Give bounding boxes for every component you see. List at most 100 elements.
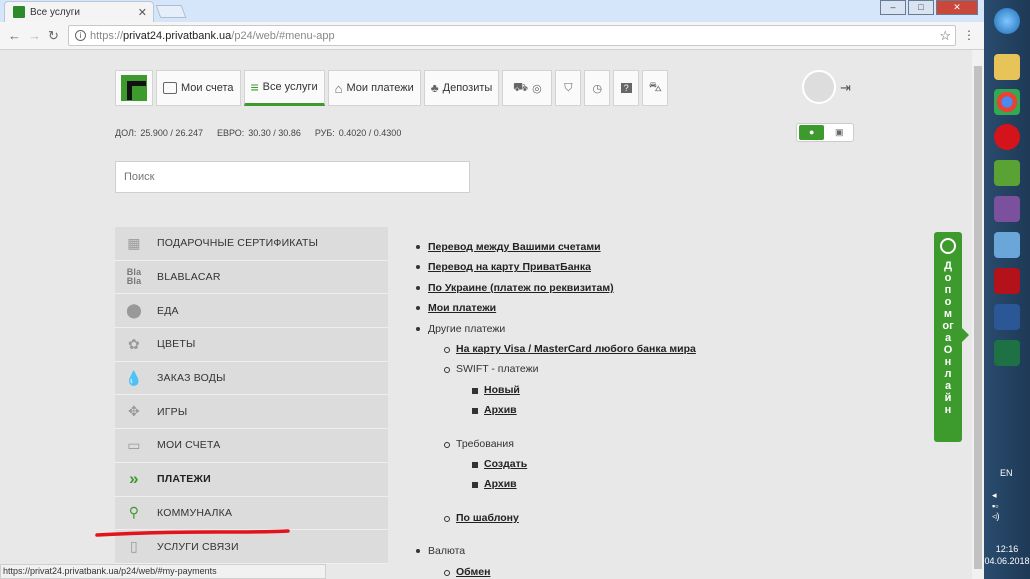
forward-arrow-icon[interactable]: →	[28, 28, 41, 43]
taskbar-utorrent[interactable]	[989, 156, 1025, 189]
link-swift-new[interactable]: Новый	[484, 384, 520, 396]
vertical-scrollbar[interactable]	[972, 50, 984, 579]
close-window-button[interactable]: ✕	[936, 0, 978, 15]
currency-label: Валюта	[428, 545, 466, 558]
maximize-button[interactable]: □	[908, 0, 934, 15]
logout-icon[interactable]: ⇥	[840, 80, 851, 96]
window-controls: – □ ✕	[880, 0, 978, 15]
phone-icon: ▯	[130, 538, 138, 555]
system-tray[interactable]: ◂ ▪▫ ◃)	[992, 490, 1000, 522]
nav-help[interactable]: ?	[613, 70, 640, 106]
site-info-icon[interactable]: i	[75, 30, 86, 41]
avatar[interactable]	[802, 70, 836, 104]
card-icon	[163, 82, 177, 94]
link-requirement-archive[interactable]: Архив	[484, 478, 517, 490]
menu-item-utilities[interactable]: ⚲ КОММУНАЛКА	[115, 496, 388, 531]
volume-icon[interactable]: ◃)	[992, 511, 1000, 521]
url-prefix: https://	[90, 29, 124, 42]
clock-date: 04.06.2018	[984, 556, 1030, 566]
language-indicator[interactable]: EN	[1000, 468, 1013, 478]
nav-transport[interactable]: ⛟ ◎	[502, 70, 553, 106]
menu-item-food[interactable]: ⬤ ЕДА	[115, 294, 388, 329]
menu-item-water[interactable]: 💧 ЗАКАЗ ВОДЫ	[115, 361, 388, 396]
new-tab-button[interactable]	[155, 5, 187, 18]
tray-arrow-icon[interactable]: ◂	[992, 490, 997, 500]
menu-item-label: ПОДАРОЧНЫЕ СЕРТИФИКАТЫ	[157, 237, 319, 250]
payments-links: Перевод между Вашими счетами Перевод на …	[414, 237, 696, 579]
nav-all-services-label: Все услуги	[262, 81, 318, 93]
link-my-payments[interactable]: Мои платежи	[428, 302, 496, 314]
link-transfer-own-accounts[interactable]: Перевод между Вашими счетами	[428, 241, 601, 253]
windows-logo-icon	[994, 7, 1020, 34]
taskbar-explorer[interactable]	[989, 50, 1025, 83]
taskbar-word[interactable]	[989, 300, 1025, 333]
services-menu: ▦ ПОДАРОЧНЫЕ СЕРТИФИКАТЫ Bla Bla BLABLACAR…	[115, 227, 388, 564]
business-mode-icon[interactable]: ▣	[827, 125, 851, 140]
nav-cart[interactable]: ⛍	[642, 70, 669, 106]
nav-deposits[interactable]: ♣ Депозиты	[423, 70, 500, 106]
link-ukraine-payment[interactable]: По Украине (платеж по реквизитам)	[428, 282, 614, 294]
url-path: /p24/web/#menu-app	[231, 29, 335, 42]
menu-item-my-accounts[interactable]: ▭ МОИ СЧЕТА	[115, 429, 388, 463]
menu-item-games[interactable]: ✥ ИГРЫ	[115, 395, 388, 430]
list-icon: ≡	[250, 79, 259, 95]
word-icon	[994, 303, 1020, 330]
link-swift-archive[interactable]: Архив	[484, 404, 517, 416]
help-online-button[interactable]: ДопомогаОнлайн	[934, 232, 969, 442]
menu-item-label: УСЛУГИ СВЯЗИ	[157, 540, 239, 553]
usd-value: 25.900 / 26.247	[140, 128, 203, 138]
taskbar-opera[interactable]	[989, 120, 1025, 153]
rub-value: 0.4020 / 0.4300	[338, 128, 402, 138]
url-field[interactable]: i https://privat24.privatbank.ua/p24/web…	[68, 25, 956, 46]
menu-item-gift-certificates[interactable]: ▦ ПОДАРОЧНЫЕ СЕРТИФИКАТЫ	[115, 227, 388, 261]
folder-icon	[994, 53, 1020, 80]
network-icon[interactable]: ▪▫	[992, 501, 998, 511]
taskbar-viber[interactable]	[989, 192, 1025, 225]
taskbar-app[interactable]	[989, 228, 1025, 261]
search-input[interactable]	[115, 161, 470, 193]
page-content: Мои счета ≡ Все услуги ⌂ Мои платежи ♣ Д…	[0, 50, 972, 579]
nav-my-payments-label: Мои платежи	[346, 82, 414, 94]
status-bar-url: https://privat24.privatbank.ua/p24/web/#…	[0, 564, 326, 579]
nav-history[interactable]: ◷	[584, 70, 611, 106]
taskbar-acrobat[interactable]	[989, 264, 1025, 297]
bookmark-star-icon[interactable]: ☆	[939, 28, 951, 44]
usd-label: ДОЛ:	[115, 128, 137, 138]
back-arrow-icon[interactable]: ←	[8, 28, 21, 43]
menu-item-payments[interactable]: » ПЛАТЕЖИ	[115, 462, 388, 497]
flower-icon: ✿	[128, 335, 140, 352]
taskbar-excel[interactable]	[989, 336, 1025, 369]
blablacar-icon: Bla Bla	[126, 267, 142, 287]
minimize-button[interactable]: –	[880, 0, 906, 15]
question-icon: ?	[620, 83, 632, 93]
browser-tab[interactable]: Все услуги ✕	[4, 1, 154, 22]
app-icon	[994, 231, 1020, 258]
nav-my-accounts[interactable]: Мои счета	[156, 70, 241, 106]
link-transfer-privat-card[interactable]: Перевод на карту ПриватБанка	[428, 261, 591, 273]
browser-menu-icon[interactable]: ⋮	[963, 28, 975, 42]
clock-time: 12:16	[995, 544, 1019, 554]
taskbar-chrome[interactable]	[989, 85, 1025, 118]
link-requirement-create[interactable]: Создать	[484, 458, 527, 470]
nav-all-services[interactable]: ≡ Все услуги	[243, 70, 325, 106]
link-exchange[interactable]: Обмен	[456, 566, 490, 578]
nav-security[interactable]: ⛉	[555, 70, 582, 106]
house-icon: ⌂	[334, 80, 343, 96]
clock[interactable]: 12:16 04.06.2018	[984, 543, 1030, 567]
nav-my-payments[interactable]: ⌂ Мои платежи	[327, 70, 421, 106]
url-host: privat24.privatbank.ua	[123, 29, 232, 42]
privat24-logo[interactable]	[115, 70, 153, 106]
start-button[interactable]	[989, 4, 1025, 37]
reload-icon[interactable]: ↻	[48, 28, 59, 44]
link-visa-mastercard[interactable]: На карту Visa / MasterCard любого банка …	[456, 343, 696, 355]
menu-item-label: ЕДА	[157, 304, 179, 317]
account-mode-toggle: ● ▣	[796, 123, 854, 142]
menu-item-blablacar[interactable]: Bla Bla BLABLACAR	[115, 260, 388, 295]
menu-item-label: ИГРЫ	[157, 405, 188, 418]
menu-item-flowers[interactable]: ✿ ЦВЕТЫ	[115, 328, 388, 362]
train-icon: ⛟	[512, 80, 529, 94]
tab-close-icon[interactable]: ✕	[138, 6, 147, 19]
scrollbar-thumb[interactable]	[974, 66, 982, 569]
link-by-template[interactable]: По шаблону	[456, 512, 519, 524]
personal-mode-icon[interactable]: ●	[799, 125, 825, 140]
